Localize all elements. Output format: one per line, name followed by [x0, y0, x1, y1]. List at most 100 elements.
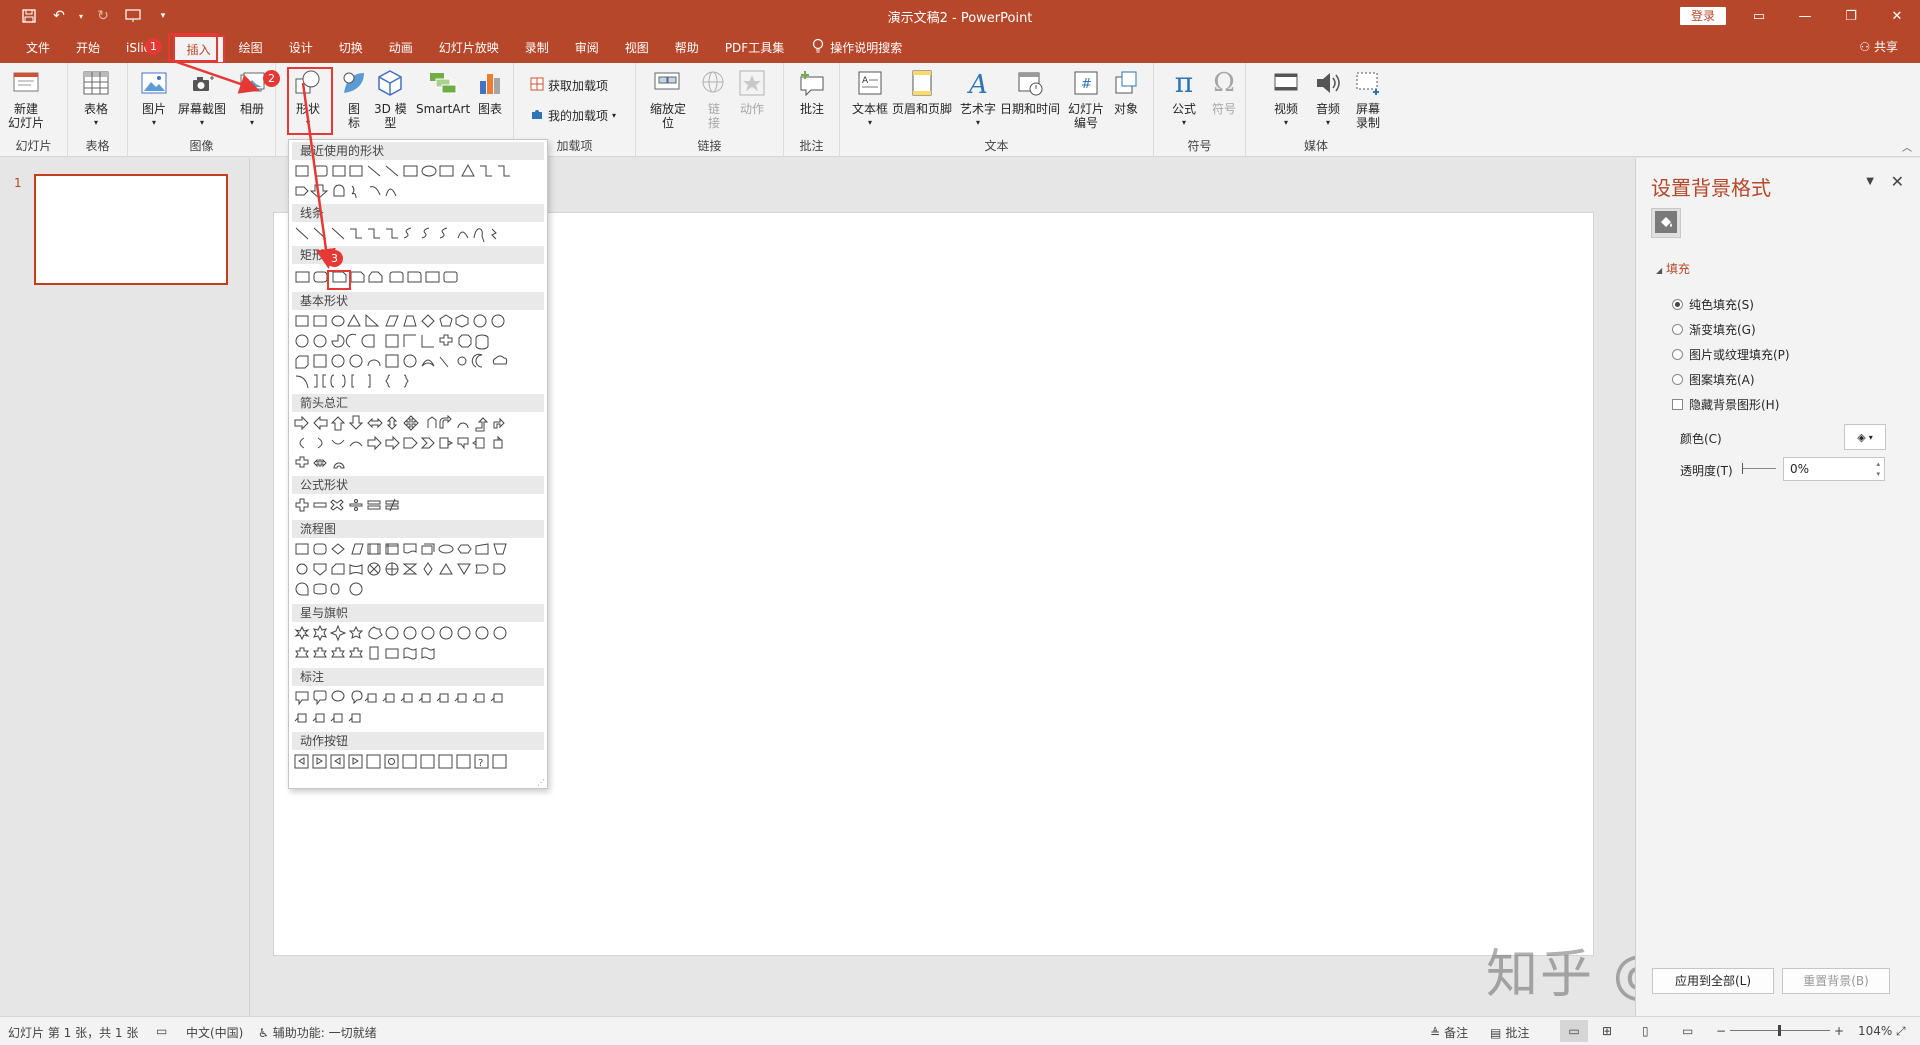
- tab-review[interactable]: 审阅: [563, 35, 611, 61]
- zoom-button[interactable]: 缩放定 位: [650, 67, 686, 130]
- reading-view-icon[interactable]: ▯: [1642, 1024, 1649, 1038]
- zoom-slider[interactable]: [1730, 1025, 1830, 1036]
- tab-pdf-tools[interactable]: PDF工具集: [713, 35, 796, 61]
- redo-icon[interactable]: ↻: [90, 3, 116, 29]
- spinner-icon[interactable]: ▴ ▾: [1876, 459, 1880, 479]
- smartart-button[interactable]: SmartArt: [416, 67, 470, 116]
- radio-picture-fill[interactable]: [1672, 349, 1683, 360]
- shape-row[interactable]: [292, 624, 542, 644]
- save-icon[interactable]: [16, 3, 42, 29]
- shape-row[interactable]: [292, 372, 542, 392]
- tab-design[interactable]: 设计: [277, 35, 325, 61]
- shape-row[interactable]: [292, 312, 542, 332]
- undo-dropdown-icon[interactable]: ▾: [76, 3, 86, 29]
- comment-button[interactable]: 批注: [796, 67, 828, 116]
- spellcheck-icon[interactable]: ▭: [156, 1024, 167, 1038]
- fill-tab-button[interactable]: [1651, 208, 1681, 238]
- hide-background-graphics-option[interactable]: 隐藏背景图形(H): [1672, 396, 1779, 413]
- tab-help[interactable]: 帮助: [663, 35, 711, 61]
- shape-row[interactable]: ?: [292, 752, 542, 772]
- tab-home[interactable]: 开始: [64, 35, 112, 61]
- ribbon-display-options-icon[interactable]: ▭: [1736, 0, 1782, 32]
- slideshow-icon[interactable]: ▭: [1682, 1024, 1693, 1038]
- icons-button[interactable]: 图 标: [338, 67, 370, 130]
- restore-icon[interactable]: ❐: [1828, 0, 1874, 32]
- comments-button[interactable]: ▤ 批注: [1490, 1024, 1529, 1041]
- tell-me-search[interactable]: 操作说明搜索: [812, 38, 902, 57]
- slide-sorter-icon[interactable]: ⊞: [1602, 1024, 1612, 1038]
- shape-row[interactable]: [292, 434, 542, 454]
- collapse-ribbon-icon[interactable]: ︿: [1902, 139, 1912, 154]
- pictures-button[interactable]: 图片 ▾: [138, 67, 170, 130]
- audio-button[interactable]: 音频 ▾: [1312, 67, 1344, 130]
- shape-row[interactable]: [292, 496, 542, 516]
- zoom-out-icon[interactable]: −: [1716, 1024, 1726, 1038]
- radio-pattern-fill[interactable]: [1672, 374, 1683, 385]
- undo-icon[interactable]: ↶: [46, 3, 72, 29]
- close-icon[interactable]: ✕: [1891, 172, 1904, 191]
- customize-qat-icon[interactable]: ▾: [150, 3, 176, 29]
- zoom-in-icon[interactable]: +: [1834, 1024, 1844, 1038]
- shape-row[interactable]: [292, 688, 542, 708]
- link-button[interactable]: 链 接: [698, 67, 730, 130]
- pane-options-icon[interactable]: ▼: [1866, 176, 1874, 187]
- radio-solid-fill[interactable]: [1672, 299, 1683, 310]
- tab-record[interactable]: 录制: [513, 35, 561, 61]
- solid-fill-option[interactable]: 纯色填充(S): [1672, 296, 1754, 313]
- reset-background-button[interactable]: 重置背景(B): [1782, 968, 1890, 994]
- shape-row[interactable]: [292, 454, 542, 474]
- shape-row[interactable]: [292, 414, 542, 434]
- tab-draw[interactable]: 绘图: [227, 35, 275, 61]
- start-from-beginning-icon[interactable]: [120, 3, 146, 29]
- slide-thumbnail[interactable]: [34, 174, 228, 285]
- object-button[interactable]: 对象: [1110, 67, 1142, 116]
- textbox-button[interactable]: A 文本框 ▾: [852, 67, 888, 130]
- accessibility-status[interactable]: ♿ 辅助功能: 一切就绪: [258, 1024, 377, 1041]
- get-addins-button[interactable]: 获取加载项: [530, 77, 608, 94]
- screenshot-button[interactable]: 屏幕截图 ▾: [178, 67, 226, 130]
- transparency-slider[interactable]: [1742, 463, 1776, 474]
- resize-grip-icon[interactable]: ⋰: [537, 778, 545, 787]
- shape-row[interactable]: [292, 352, 542, 372]
- tab-insert[interactable]: 插入: [172, 34, 225, 64]
- my-addins-button[interactable]: 我的加载项 ▾: [530, 107, 616, 124]
- fit-to-window-icon[interactable]: ⤢: [1896, 1024, 1906, 1039]
- color-picker-button[interactable]: ◈ ▾: [1844, 424, 1886, 450]
- shape-row[interactable]: [292, 560, 542, 580]
- tab-slideshow[interactable]: 幻灯片放映: [427, 35, 511, 61]
- minimize-icon[interactable]: —: [1782, 0, 1828, 32]
- equation-button[interactable]: π 公式 ▾: [1168, 67, 1200, 130]
- apply-to-all-button[interactable]: 应用到全部(L): [1652, 968, 1774, 994]
- header-footer-button[interactable]: 页眉和页脚: [892, 67, 952, 116]
- wordart-button[interactable]: A 艺术字 ▾: [960, 67, 996, 130]
- table-button[interactable]: 表格 ▾: [80, 67, 112, 130]
- normal-view-icon[interactable]: ▭: [1560, 1020, 1588, 1042]
- shape-row[interactable]: [292, 224, 542, 244]
- hide-background-graphics-checkbox[interactable]: [1672, 399, 1683, 410]
- tab-islide[interactable]: iSlide: [114, 35, 171, 61]
- tab-animations[interactable]: 动画: [377, 35, 425, 61]
- shape-row[interactable]: [292, 182, 542, 202]
- screen-recording-button[interactable]: 屏幕 录制: [1352, 67, 1384, 130]
- 3d-models-button[interactable]: 3D 模 型: [374, 67, 407, 130]
- shape-row[interactable]: [292, 332, 542, 352]
- transparency-input[interactable]: 0% ▴ ▾: [1783, 457, 1885, 481]
- zoom-level[interactable]: 104%: [1858, 1024, 1892, 1038]
- shape-row[interactable]: [292, 644, 542, 664]
- pattern-fill-option[interactable]: 图案填充(A): [1672, 371, 1755, 388]
- tab-view[interactable]: 视图: [613, 35, 661, 61]
- share-button[interactable]: ⚇ 共享: [1859, 38, 1898, 55]
- radio-gradient-fill[interactable]: [1672, 324, 1683, 335]
- login-button[interactable]: 登录: [1680, 7, 1726, 25]
- new-slide-button[interactable]: 新建 幻灯片: [8, 67, 44, 130]
- language-indicator[interactable]: 中文(中国): [186, 1024, 243, 1041]
- video-button[interactable]: 视频 ▾: [1270, 67, 1302, 130]
- shapes-button[interactable]: 形状 ▾: [292, 67, 324, 130]
- album-button[interactable]: 相册 ▾: [236, 67, 268, 130]
- datetime-button[interactable]: 日期和时间: [1000, 67, 1060, 116]
- zoom-slider-thumb[interactable]: [1778, 1025, 1781, 1036]
- tab-file[interactable]: 文件: [14, 35, 62, 61]
- fill-section-header[interactable]: ◢ 填充: [1656, 260, 1690, 277]
- symbol-button[interactable]: Ω 符号: [1208, 67, 1240, 116]
- notes-button[interactable]: ≜ 备注: [1430, 1024, 1468, 1041]
